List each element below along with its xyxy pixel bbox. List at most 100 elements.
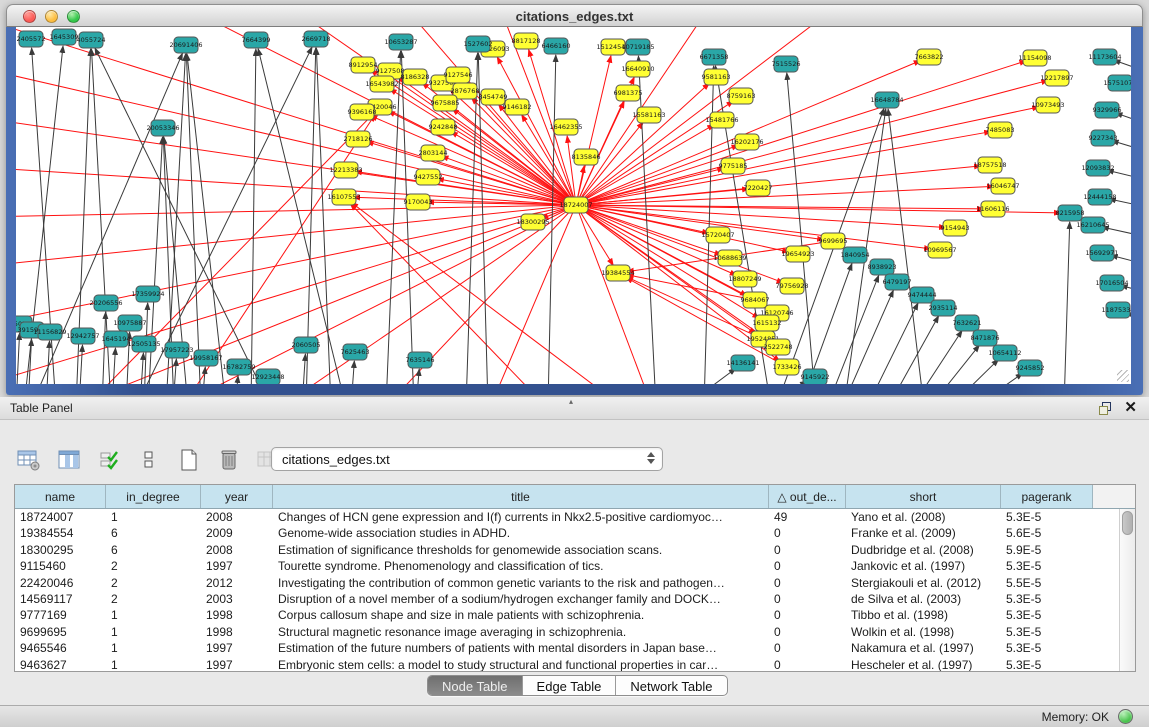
graph-node[interactable]: 1733426 (773, 359, 802, 375)
table-row[interactable]: 1456911722003Disruption of a novel membe… (15, 591, 1119, 607)
graph-node[interactable]: 9581163 (702, 69, 731, 85)
table-row[interactable]: 1938455462009Genome-wide association stu… (15, 525, 1119, 541)
graph-edge[interactable] (176, 115, 375, 384)
graph-node[interactable]: 4055724 (77, 32, 106, 48)
graph-node[interactable]: 8817128 (512, 33, 541, 49)
graph-node[interactable]: 9699695 (819, 233, 848, 249)
graph-node[interactable]: 19384554 (601, 265, 634, 281)
graph-node[interactable]: 8186328 (401, 69, 430, 85)
graph-node[interactable]: 1840954 (841, 247, 870, 263)
graph-node[interactable]: 8135846 (572, 149, 601, 165)
graph-edge[interactable] (576, 205, 824, 240)
graph-node[interactable]: 9146182 (503, 99, 532, 115)
column-header-in-degree[interactable]: in_degree (106, 485, 201, 508)
graph-node[interactable]: 9227343 (1089, 130, 1118, 146)
graph-node[interactable]: 16543982 (365, 76, 398, 92)
network-canvas[interactable]: 1872400789129549127508818632893275089127… (16, 27, 1131, 384)
new-column-icon[interactable] (176, 447, 202, 473)
graph-node[interactable]: 18757518 (973, 157, 1006, 173)
graph-node[interactable]: 9427552 (414, 169, 443, 185)
column-header-year[interactable]: year (201, 485, 273, 508)
float-panel-icon[interactable] (1098, 402, 1112, 415)
delete-column-icon[interactable] (216, 447, 242, 473)
graph-edge[interactable] (844, 109, 886, 384)
graph-node[interactable]: 8471876 (971, 330, 1000, 346)
graph-node[interactable]: 2669718 (302, 31, 331, 47)
graph-node[interactable]: 9145922 (801, 369, 830, 384)
graph-node[interactable]: 9329966 (1093, 102, 1122, 118)
graph-node[interactable]: 7220427 (744, 180, 773, 196)
graph-node[interactable]: 12942757 (66, 328, 99, 344)
graph-node[interactable]: 6981375 (614, 85, 643, 101)
vertical-scrollbar[interactable] (1119, 509, 1135, 671)
graph-edge[interactable] (16, 333, 20, 384)
graph-node[interactable]: 7485083 (986, 122, 1015, 138)
column-header-short[interactable]: short (846, 485, 1001, 508)
graph-node[interactable]: 15581163 (632, 107, 665, 123)
graph-node[interactable]: 12444158 (1083, 189, 1116, 205)
graph-node[interactable]: 11606116 (976, 201, 1009, 217)
graph-edge[interactable] (351, 361, 354, 384)
splitter-handle[interactable]: ▴ (569, 397, 573, 406)
table-row[interactable]: 946554611997Estimation of the future num… (15, 640, 1119, 656)
graph-node[interactable]: 7515526 (772, 56, 801, 72)
graph-node[interactable]: 19654923 (781, 246, 814, 262)
graph-node[interactable]: 8215958 (1056, 205, 1085, 221)
graph-node[interactable]: 12213383 (329, 162, 362, 178)
graph-edge[interactable] (401, 51, 414, 384)
graph-node[interactable]: 18724007 (559, 197, 592, 213)
graph-node[interactable]: 17016504 (1095, 275, 1128, 291)
graph-node[interactable]: 9684067 (741, 292, 770, 308)
graph-node[interactable]: 12923448 (251, 369, 284, 384)
graph-node[interactable]: 11875334 (1101, 302, 1131, 318)
graph-edge[interactable] (186, 54, 201, 384)
graph-edge[interactable] (136, 47, 312, 384)
tab-edge-table[interactable]: Edge Table (523, 676, 617, 695)
graph-node[interactable]: 11156829 (33, 324, 66, 340)
graph-node[interactable]: 7635146 (406, 352, 435, 368)
graph-edge[interactable] (576, 205, 613, 265)
graph-node[interactable]: 16202176 (730, 134, 763, 150)
graph-node[interactable]: 7632621 (953, 315, 982, 331)
graph-node[interactable]: 9396168 (348, 104, 377, 120)
graph-node[interactable]: 2803144 (419, 145, 448, 161)
table-row[interactable]: 2242004622012Investigating the contribut… (15, 575, 1119, 591)
graph-node[interactable]: 19958167 (189, 350, 222, 366)
graph-node[interactable]: 1527602 (464, 36, 493, 52)
graph-node[interactable]: 20053346 (146, 120, 179, 136)
graph-node[interactable]: 9242848 (429, 119, 458, 135)
graph-node[interactable]: 2718126 (344, 131, 373, 147)
graph-edge[interactable] (79, 345, 82, 384)
graph-node[interactable]: 16462355 (549, 119, 582, 135)
graph-node[interactable]: 11154098 (1018, 50, 1051, 66)
graph-node[interactable]: 12093832 (1081, 160, 1114, 176)
close-panel-icon[interactable]: ✕ (1124, 400, 1137, 416)
graph-node[interactable]: 16648784 (870, 92, 903, 108)
graph-node[interactable]: 1645194 (102, 331, 131, 347)
graph-node[interactable]: 16107553 (327, 189, 360, 205)
graph-edge[interactable] (888, 109, 924, 384)
graph-edge[interactable] (416, 369, 419, 384)
graph-node[interactable]: 12505135 (127, 336, 160, 352)
graph-node[interactable]: 8912954 (349, 57, 378, 73)
graph-node[interactable]: 16210645 (1076, 217, 1109, 233)
graph-node[interactable]: 8938923 (868, 259, 897, 275)
graph-node[interactable]: 6671358 (700, 49, 729, 65)
tab-network-table[interactable]: Network Table (616, 676, 726, 695)
network-view-window[interactable]: citations_edges.txt 18724007891295491275… (6, 4, 1143, 395)
graph-node[interactable]: 9675885 (431, 95, 460, 111)
graph-node[interactable]: 15751074 (1103, 75, 1131, 91)
graph-node[interactable]: 18300295 (516, 214, 549, 230)
row-height-icon[interactable] (136, 447, 162, 473)
graph-node[interactable]: 1645309 (50, 29, 79, 45)
graph-edge[interactable] (888, 316, 939, 384)
table-row[interactable]: 1830029562008Estimation of significance … (15, 542, 1119, 558)
column-visibility-icon[interactable] (56, 447, 82, 473)
graph-edge[interactable] (164, 205, 576, 384)
window-titlebar[interactable]: citations_edges.txt (6, 4, 1143, 27)
graph-edge[interactable] (258, 49, 346, 384)
graph-node[interactable]: 14136141 (726, 355, 759, 371)
graph-node[interactable]: 9170043 (404, 194, 433, 210)
table-row[interactable]: 946362711997Embryonic stem cells: a mode… (15, 657, 1119, 672)
graph-node[interactable]: 17359924 (131, 286, 164, 302)
